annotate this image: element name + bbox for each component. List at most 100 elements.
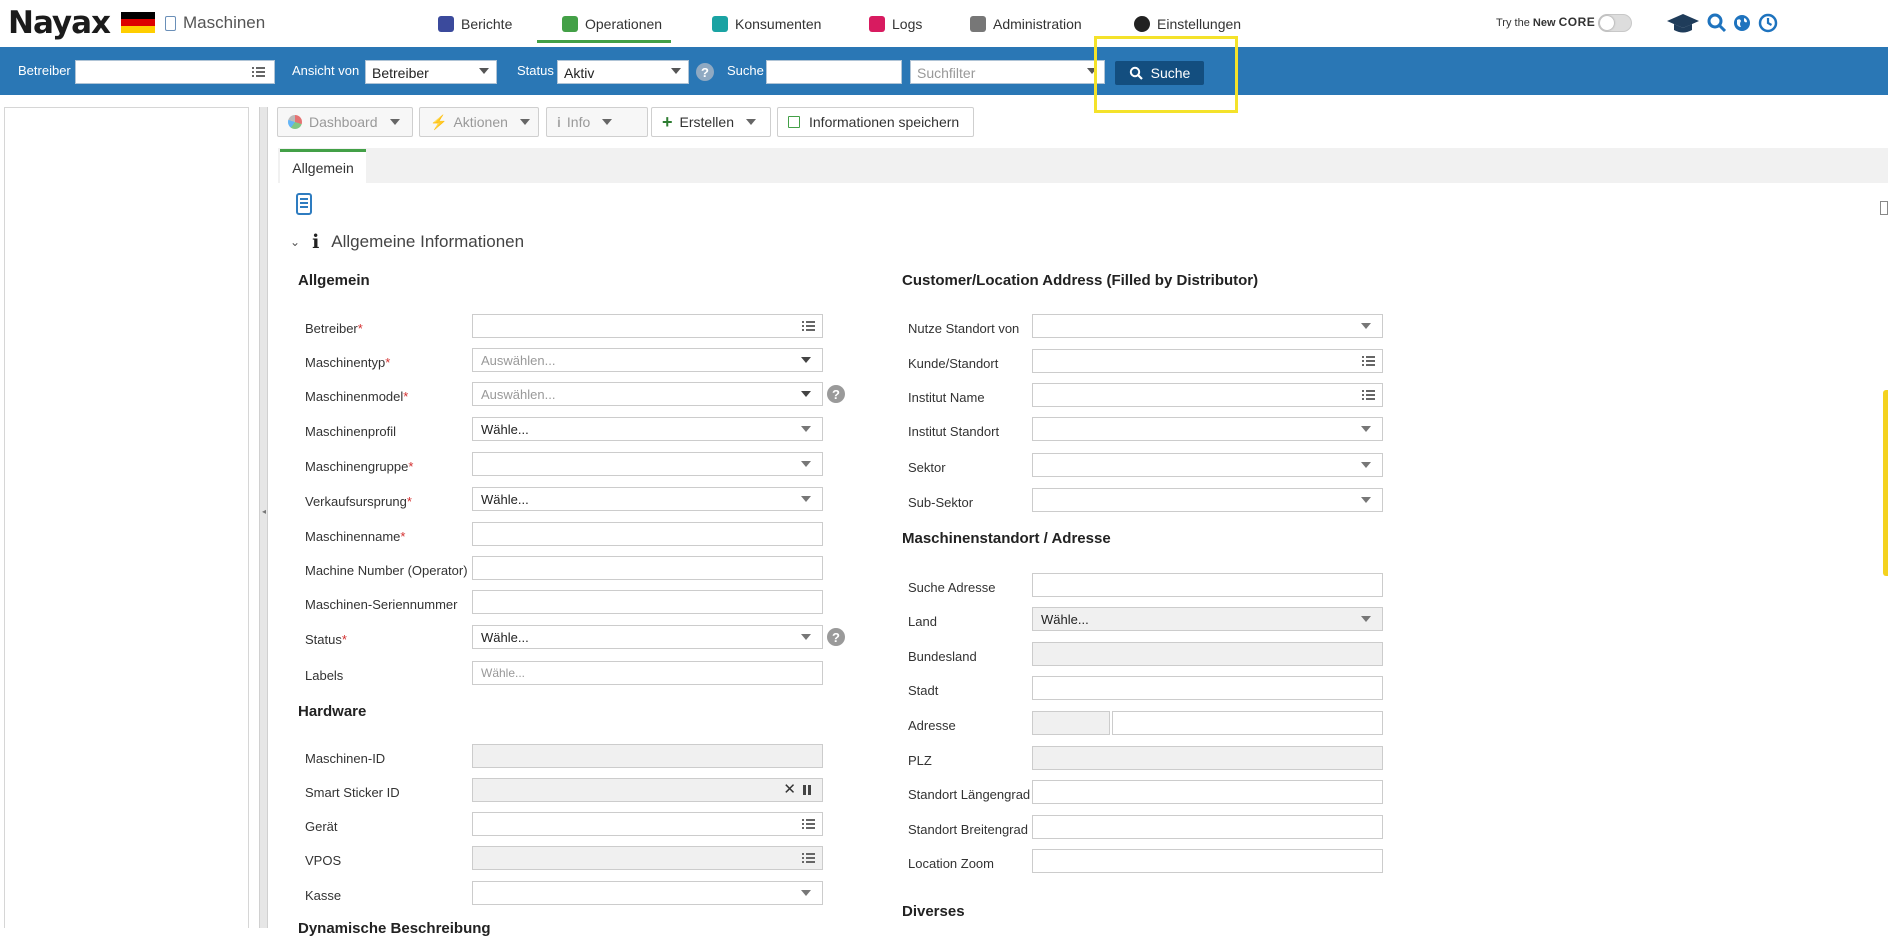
graduation-cap-icon[interactable] <box>1666 12 1700 34</box>
adresse-number-field[interactable] <box>1032 711 1110 735</box>
institut-standort-select[interactable] <box>1032 417 1383 441</box>
nav-konsumenten[interactable]: Konsumenten <box>712 13 821 35</box>
adresse-street-input[interactable] <box>1112 711 1383 735</box>
location-zoom-input[interactable] <box>1032 849 1383 873</box>
list-icon[interactable] <box>1362 356 1375 366</box>
suche-adresse-input[interactable] <box>1032 573 1383 597</box>
breitengrad-input[interactable] <box>1032 815 1383 839</box>
feedback-side-tab[interactable] <box>1883 390 1888 576</box>
chevron-down-icon <box>1361 497 1371 503</box>
sektor-select[interactable] <box>1032 453 1383 477</box>
erstellen-button[interactable]: + Erstellen <box>651 107 771 137</box>
globe-icon[interactable] <box>1732 13 1752 33</box>
betreiber-filter-input[interactable] <box>75 60 275 84</box>
nav-administration[interactable]: Administration <box>970 13 1082 35</box>
suchfilter-placeholder: Suchfilter <box>917 65 976 81</box>
maschinentyp-label: Maschinentyp* <box>305 355 391 370</box>
aktionen-label: Aktionen <box>453 114 508 130</box>
suche-label: Suche <box>727 63 764 78</box>
group-title-diverses: Diverses <box>902 903 965 920</box>
document-icon <box>296 193 312 215</box>
chevron-down-icon <box>519 119 530 125</box>
search-icon[interactable] <box>1707 13 1727 33</box>
list-icon[interactable] <box>802 853 815 863</box>
nutze-standort-select[interactable] <box>1032 314 1383 338</box>
laengengrad-input[interactable] <box>1032 780 1383 804</box>
section-header-allgemeine-informationen[interactable]: ⌄ i Allgemeine Informationen <box>290 231 524 253</box>
status-help-icon[interactable]: ? <box>827 628 845 646</box>
chevron-down-icon[interactable]: ⌄ <box>290 235 300 249</box>
sub-sektor-label: Sub-Sektor <box>908 495 974 510</box>
geraet-field[interactable] <box>472 812 823 836</box>
list-icon[interactable] <box>802 819 815 829</box>
nav-berichte[interactable]: Berichte <box>438 13 512 35</box>
suchfilter-select[interactable]: Suchfilter <box>910 60 1105 84</box>
nav-operationen[interactable]: Operationen <box>562 13 662 35</box>
bundesland-field <box>1032 642 1383 666</box>
ansicht-von-select[interactable]: Betreiber <box>365 60 497 84</box>
info-button[interactable]: i Info <box>546 107 648 137</box>
kunde-standort-label: Kunde/Standort <box>908 356 999 371</box>
nav-konsumenten-label: Konsumenten <box>735 16 822 32</box>
panel-expand-icon[interactable] <box>1880 201 1888 215</box>
suche-input[interactable] <box>766 60 902 84</box>
list-icon[interactable] <box>1362 390 1375 400</box>
maschinengruppe-select[interactable] <box>472 452 823 476</box>
plz-label: PLZ <box>908 753 932 768</box>
nav-administration-label: Administration <box>993 16 1082 32</box>
chevron-down-icon <box>602 119 613 125</box>
group-title-dynamische-beschreibung: Dynamische Beschreibung <box>298 920 491 937</box>
clear-x-icon[interactable]: ✕ <box>783 780 796 798</box>
sub-sektor-select[interactable] <box>1032 488 1383 512</box>
status-filter-select[interactable]: Aktiv <box>557 60 689 84</box>
adresse-label: Adresse <box>908 718 956 733</box>
group-title-customer-location: Customer/Location Address (Filled by Dis… <box>902 272 1259 289</box>
status-select[interactable]: Wähle... <box>472 625 823 649</box>
maschinentyp-select[interactable]: Auswählen... <box>472 348 823 372</box>
clock-icon[interactable] <box>1758 13 1778 33</box>
land-select[interactable]: Wähle... <box>1032 607 1383 631</box>
new-core-toggle[interactable] <box>1598 14 1632 32</box>
maschinentyp-placeholder: Auswählen... <box>481 353 556 368</box>
german-flag-icon[interactable] <box>121 12 155 33</box>
status-help-icon[interactable]: ? <box>696 63 714 81</box>
verkaufsursprung-select[interactable]: Wähle... <box>472 487 823 511</box>
seriennummer-label: Maschinen-Seriennummer <box>305 597 458 612</box>
stadt-input[interactable] <box>1032 676 1383 700</box>
betreiber-field[interactable] <box>472 314 823 338</box>
machine-page-icon <box>165 16 176 31</box>
maschinengruppe-label-text: Maschinengruppe <box>305 459 409 474</box>
panel-splitter[interactable]: ◂ <box>259 107 268 928</box>
save-info-button[interactable]: Informationen speichern <box>777 107 974 137</box>
maschinenmodel-select[interactable]: Auswählen... <box>472 382 823 406</box>
tab-allgemein[interactable]: Allgemein <box>280 149 366 183</box>
aktionen-button[interactable]: ⚡ Aktionen <box>419 107 539 137</box>
status-filter-value: Aktiv <box>564 65 595 81</box>
betreiber-label: Betreiber* <box>305 321 363 336</box>
nav-logs[interactable]: Logs <box>869 13 922 35</box>
dashboard-button[interactable]: Dashboard <box>277 107 413 137</box>
ansicht-von-label: Ansicht von <box>292 63 360 78</box>
labels-input[interactable]: Wähle... <box>472 661 823 685</box>
maschinenprofil-select[interactable]: Wähle... <box>472 417 823 441</box>
nav-active-indicator <box>537 40 671 43</box>
maschinenname-input[interactable] <box>472 522 823 546</box>
nav-einstellungen[interactable]: Einstellungen <box>1134 13 1241 35</box>
institut-name-field[interactable] <box>1032 383 1383 407</box>
nayax-logo[interactable]: Nayax <box>8 5 111 41</box>
collapse-arrow-icon[interactable]: ◂ <box>262 507 266 516</box>
kasse-select[interactable] <box>472 881 823 905</box>
betreiber-list-icon[interactable] <box>252 67 265 77</box>
settings-gear-icon <box>1134 16 1150 32</box>
maschinenmodel-placeholder: Auswählen... <box>481 387 556 402</box>
seriennummer-input[interactable] <box>472 590 823 614</box>
qr-code-icon[interactable] <box>803 785 813 795</box>
left-tree-panel[interactable] <box>4 107 249 928</box>
machine-number-input[interactable] <box>472 556 823 580</box>
status-label: Status* <box>305 632 347 647</box>
list-icon[interactable] <box>802 321 815 331</box>
status-filter-label: Status <box>517 63 554 78</box>
kunde-standort-field[interactable] <box>1032 349 1383 373</box>
status-value: Wähle... <box>481 630 529 645</box>
maschinenmodel-help-icon[interactable]: ? <box>827 385 845 403</box>
